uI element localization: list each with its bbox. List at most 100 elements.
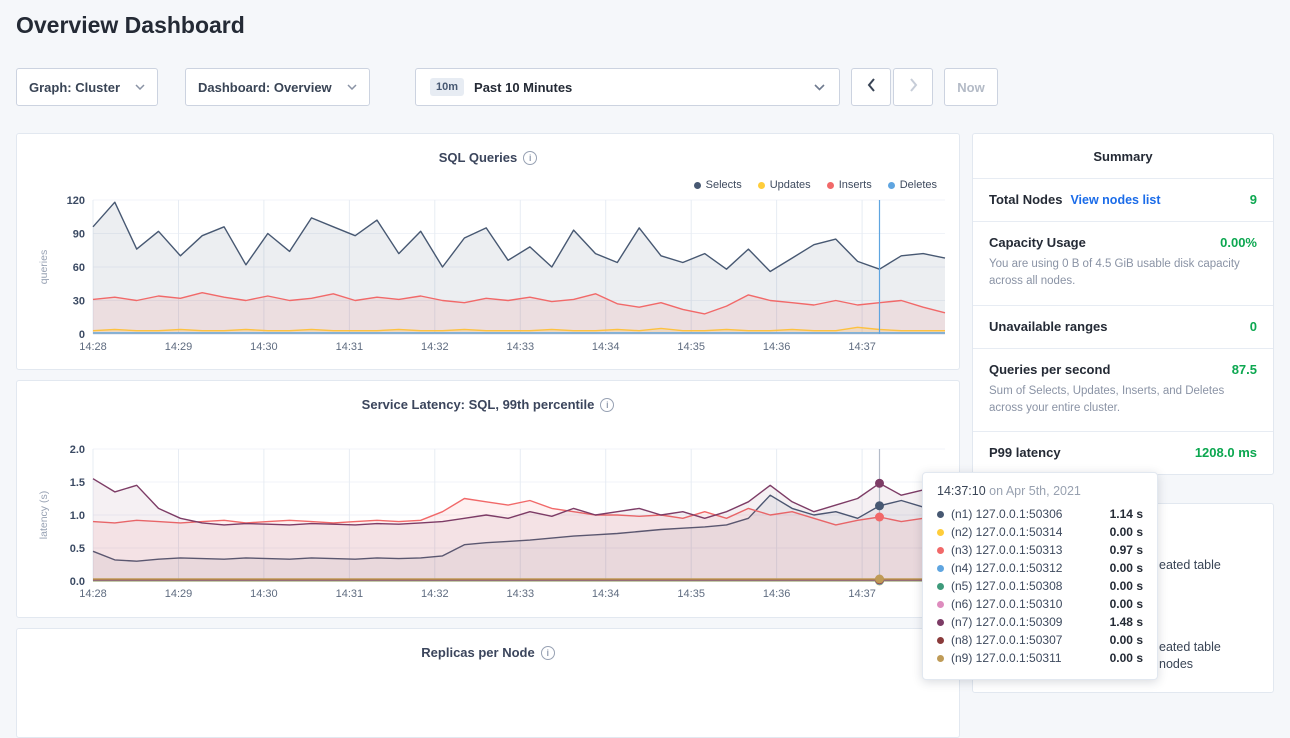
dashboard-dropdown[interactable]: Dashboard: Overview [185,68,370,106]
chart-title-text: SQL Queries [439,150,518,165]
summary-header: Summary [973,134,1273,179]
service-latency-chart[interactable]: 14:2814:2914:3014:3114:3214:3314:3414:35… [25,441,955,613]
dashboard-dropdown-label: Dashboard: Overview [198,80,332,95]
service-latency-title: Service Latency: SQL, 99th percentile [17,397,959,412]
legend-item-inserts[interactable]: Inserts [827,179,872,191]
node-color-dot [937,601,944,608]
node-latency-value: 0.00 s [1110,561,1143,575]
legend-label: Selects [706,179,742,191]
svg-text:14:34: 14:34 [592,341,620,353]
sql-queries-title: SQL Queries [17,150,959,165]
svg-text:14:35: 14:35 [677,588,705,600]
svg-text:14:32: 14:32 [421,341,449,353]
node-latency-value: 0.00 s [1110,651,1143,665]
legend-dot [758,182,765,189]
node-address: (n5) 127.0.0.1:50308 [951,579,1062,593]
tooltip-rows: (n1) 127.0.0.1:50306 1.14 s (n2) 127.0.0.1… [937,505,1143,667]
summary-subtext: You are using 0 B of 4.5 GiB usable disk… [989,256,1257,291]
graph-dropdown[interactable]: Graph: Cluster [16,68,158,106]
node-latency-value: 0.97 s [1110,543,1143,557]
svg-text:14:37: 14:37 [848,588,876,600]
chart-title-text: Replicas per Node [421,645,534,660]
legend-item-selects[interactable]: Selects [694,179,742,191]
node-color-dot [937,655,944,662]
node-latency-value: 1.48 s [1110,615,1143,629]
svg-text:0: 0 [79,329,85,341]
summary-label: Unavailable ranges [989,319,1108,334]
tooltip-row: (n8) 127.0.0.1:503070.00 s [937,631,1143,649]
summary-row-queries-per-second: Queries per second 87.5 Sum of Selects, … [973,349,1273,433]
svg-text:queries: queries [38,250,50,284]
svg-text:14:29: 14:29 [165,341,193,353]
tooltip-time: 14:37:10 [937,484,986,498]
legend-item-deletes[interactable]: Deletes [888,179,937,191]
sql-queries-chart[interactable]: 14:2814:2914:3014:3114:3214:3314:3414:35… [25,192,955,364]
legend-dot [694,182,701,189]
replicas-per-node-panel: Replicas per Node [16,628,960,738]
summary-value: 0.00% [1220,235,1257,250]
chevron-down-icon [814,84,825,91]
svg-text:30: 30 [73,296,85,308]
node-color-dot [937,547,944,554]
node-address: (n1) 127.0.0.1:50306 [951,507,1062,521]
node-color-dot [937,565,944,572]
svg-text:14:34: 14:34 [592,588,620,600]
node-latency-value: 1.14 s [1110,507,1143,521]
event-text-fragment: eated table [1159,558,1221,572]
info-icon[interactable] [600,398,614,412]
summary-subtext: Sum of Selects, Updates, Inserts, and De… [989,383,1257,418]
node-latency-value: 0.00 s [1110,579,1143,593]
summary-row-unavailable-ranges: Unavailable ranges 0 [973,306,1273,349]
node-color-dot [937,583,944,590]
node-address: (n7) 127.0.0.1:50309 [951,615,1062,629]
svg-text:0.5: 0.5 [70,543,85,555]
legend-dot [827,182,834,189]
summary-row-total-nodes: Total Nodes View nodes list 9 [973,179,1273,222]
svg-text:14:36: 14:36 [763,341,791,353]
node-latency-value: 0.00 s [1110,597,1143,611]
summary-value: 1208.0 ms [1195,445,1257,460]
tooltip-row: (n1) 127.0.0.1:50306 1.14 s [937,505,1143,523]
event-text-fragment: nodes [1159,657,1193,671]
summary-row-p99-latency: P99 latency 1208.0 ms [973,432,1273,474]
info-icon[interactable] [523,151,537,165]
node-address: (n4) 127.0.0.1:50312 [951,561,1062,575]
legend-label: Updates [770,179,811,191]
tooltip-row: (n2) 127.0.0.1:503140.00 s [937,523,1143,541]
sql-queries-panel: SQL Queries Selects Updates Inserts Deletes… [16,133,960,370]
summary-label: Capacity Usage [989,235,1086,250]
node-address: (n8) 127.0.0.1:50307 [951,633,1062,647]
chevron-down-icon [135,84,145,90]
summary-value: 9 [1250,192,1257,207]
time-range-selector[interactable]: 10m Past 10 Minutes [415,68,840,106]
event-text-fragment: eated table [1159,640,1221,654]
svg-text:90: 90 [73,229,85,241]
svg-text:14:32: 14:32 [421,588,449,600]
svg-text:14:37: 14:37 [848,341,876,353]
tooltip-row: (n6) 127.0.0.1:503100.00 s [937,595,1143,613]
node-address: (n9) 127.0.0.1:50311 [951,651,1062,665]
svg-text:14:33: 14:33 [507,588,535,600]
info-icon[interactable] [541,646,555,660]
time-prev-button[interactable] [851,68,891,106]
summary-label: Queries per second [989,362,1110,377]
tooltip-row: (n9) 127.0.0.1:50311 0.00 s [937,649,1143,667]
time-range-label: Past 10 Minutes [474,80,572,95]
service-latency-panel: Service Latency: SQL, 99th percentile 14… [16,380,960,618]
tooltip-row: (n5) 127.0.0.1:50308 0.00 s [937,577,1143,595]
summary-label: Total Nodes [989,192,1062,207]
svg-text:60: 60 [73,262,85,274]
view-nodes-list-link[interactable]: View nodes list [1070,193,1160,207]
svg-text:14:30: 14:30 [250,588,278,600]
replicas-per-node-title: Replicas per Node [17,645,959,660]
graph-dropdown-label: Graph: Cluster [29,80,120,95]
svg-text:14:30: 14:30 [250,341,278,353]
tooltip-row: (n3) 127.0.0.1:503130.97 s [937,541,1143,559]
summary-row-capacity-usage: Capacity Usage 0.00% You are using 0 B o… [973,222,1273,306]
svg-text:14:28: 14:28 [79,341,107,353]
node-color-dot [937,529,944,536]
svg-text:120: 120 [67,195,85,207]
legend-item-updates[interactable]: Updates [758,179,811,191]
summary-value: 0 [1250,319,1257,334]
tooltip-row: (n4) 127.0.0.1:50312 0.00 s [937,559,1143,577]
